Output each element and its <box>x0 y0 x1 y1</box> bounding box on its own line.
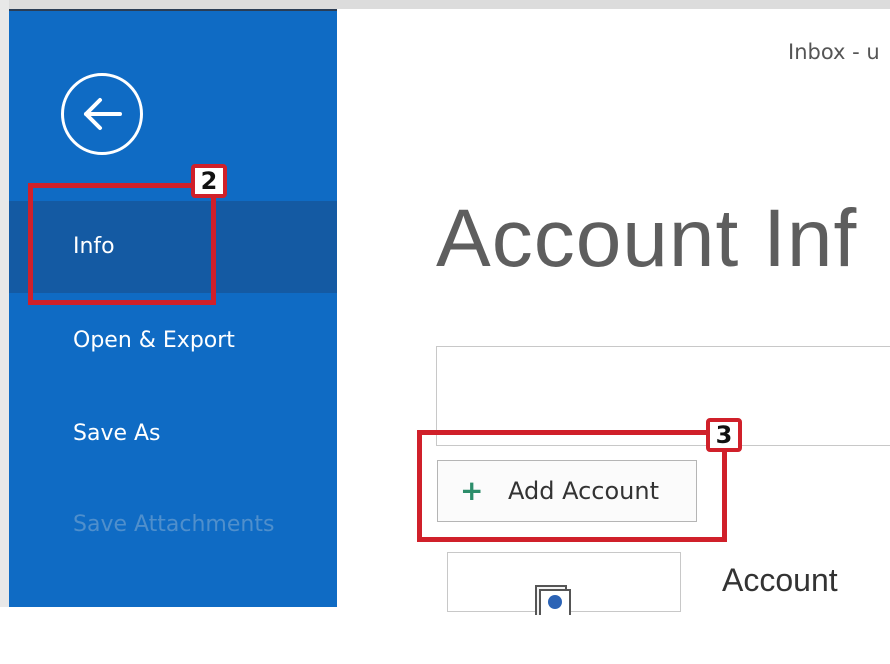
callout-badge-3: 3 <box>706 418 742 452</box>
sidebar-item-label: Open & Export <box>73 328 235 353</box>
callout-badge-2: 2 <box>191 164 227 198</box>
sidebar-item-save-as[interactable]: Save As <box>9 388 337 480</box>
account-settings-icon <box>535 585 571 615</box>
sidebar-item-partial[interactable] <box>9 572 337 664</box>
account-settings-heading: Account <box>722 562 838 598</box>
sidebar-item-open-export[interactable]: Open & Export <box>9 295 337 387</box>
sidebar-item-label: Save As <box>73 421 161 446</box>
arrow-left-circle-icon <box>84 98 122 130</box>
page-title: Account Inf <box>436 193 858 284</box>
window-title: Inbox - u <box>788 40 880 64</box>
callout-highlight-add-account <box>417 430 727 542</box>
window-top-border <box>0 0 890 9</box>
sidebar-item-label: Save Attachments <box>73 512 275 537</box>
back-button[interactable] <box>61 73 143 155</box>
sidebar-item-save-attachments: Save Attachments <box>9 479 337 571</box>
window-left-edge <box>0 0 9 607</box>
callout-highlight-info <box>28 183 216 305</box>
